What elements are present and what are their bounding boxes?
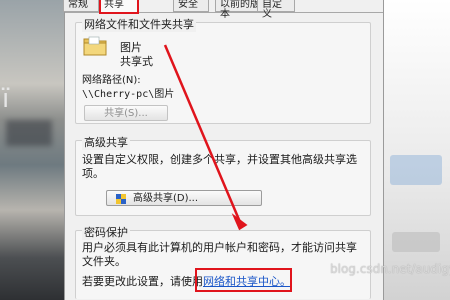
background-left (0, 0, 64, 300)
network-sharing-group: 网络文件和文件夹共享 图片 共享式 网络路径(N): \\Cherry-pc\图… (75, 16, 371, 124)
network-path-label: 网络路径(N): (82, 75, 141, 86)
background-glyph: ï (2, 84, 10, 114)
advanced-sharing-group: 高级共享 设置自定义权限，创建多个共享，并设置其他高级共享选项。 高级共享(D)… (75, 134, 371, 216)
folder-icon (82, 33, 108, 59)
background-fragment (390, 155, 442, 185)
advanced-sharing-description: 设置自定义权限，创建多个共享，并设置其他高级共享选项。 (82, 153, 357, 180)
tab-general[interactable]: 常规 (63, 0, 99, 12)
group-title: 网络文件和文件夹共享 (82, 16, 196, 32)
watermark: blog.csdn.net/audigy03 (330, 262, 450, 276)
tab-security[interactable]: 安全 (173, 0, 209, 12)
password-protection-description: 用户必须具有此计算机的用户帐户和密码，才能访问共享文件夹。 (82, 241, 357, 268)
tab-customize[interactable]: 自定义 (257, 0, 295, 20)
link-highlight (195, 268, 292, 292)
hint-text: 若要更改此设置，请使用 (82, 275, 203, 288)
advanced-sharing-button[interactable]: 高级共享(D)... (106, 190, 262, 206)
share-button[interactable]: 共享(S)... (84, 105, 168, 121)
uac-shield-icon (115, 193, 127, 205)
background-fragment (392, 232, 440, 252)
network-path-value: \\Cherry-pc\图片 (82, 89, 175, 100)
group-title: 密码保护 (82, 224, 130, 240)
properties-dialog: 常规 共享 安全 以前的版本 自定义 网络文件和文件夹共享 图片 共享式 网络路… (63, 0, 384, 300)
group-title: 高级共享 (82, 134, 130, 150)
background-right (382, 0, 450, 300)
folder-share-status: 共享式 (120, 55, 153, 68)
advanced-sharing-button-label: 高级共享(D)... (133, 193, 199, 204)
sharing-tab-highlight (99, 0, 139, 14)
